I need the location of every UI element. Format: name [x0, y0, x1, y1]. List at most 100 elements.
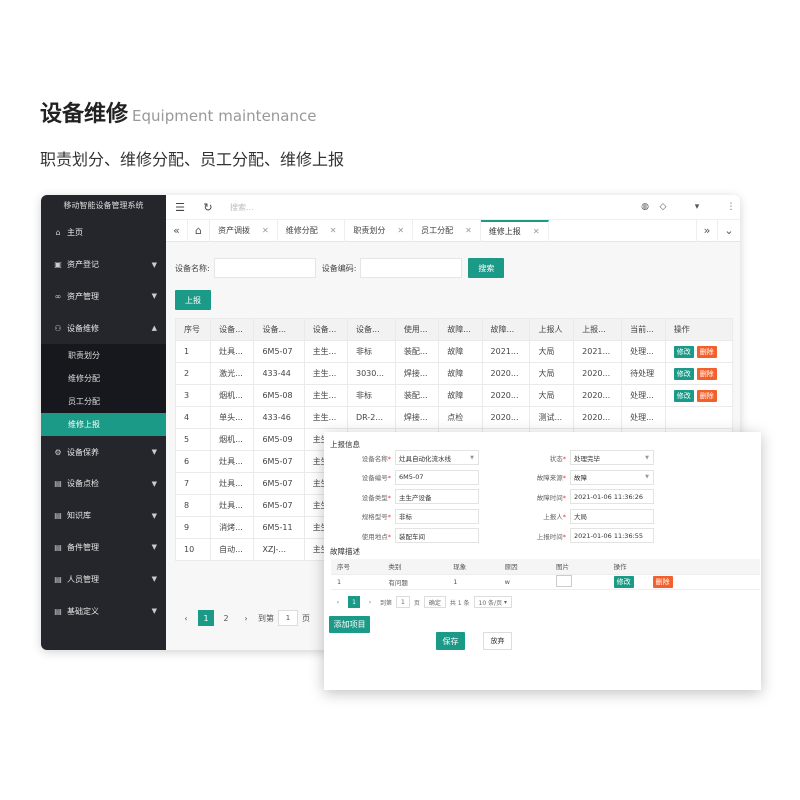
table-cell: 3030... — [346, 362, 396, 385]
sidebar-item-parts[interactable]: ▤ 备件管理 ▼ — [41, 532, 166, 564]
form-field: 使用地点* 装配车间 — [329, 528, 479, 543]
field-value[interactable]: 非标 — [395, 508, 479, 524]
user-icon: ⚇ — [54, 323, 62, 333]
user-menu-dropdown[interactable]: ▾ — [672, 202, 722, 212]
device-name-input[interactable] — [213, 258, 316, 278]
chevron-down-icon: ▼ — [645, 454, 649, 461]
sidebar-item-maintenance[interactable]: ⚙ 设备保养 ▼ — [41, 436, 166, 468]
close-icon[interactable]: ✕ — [533, 227, 540, 236]
link-icon: ∞ — [54, 291, 62, 301]
field-value[interactable]: 2021-01-06 11:36:55 — [570, 528, 654, 543]
field-value[interactable]: 2021-01-06 11:36:26 — [570, 489, 654, 504]
next-page-icon[interactable]: › — [238, 610, 254, 626]
fault-desc-title: 故障描述 — [330, 547, 360, 556]
field-value-text: 2021-01-06 11:36:55 — [574, 531, 644, 540]
edit-button[interactable]: 修改 — [673, 367, 694, 380]
goto-page-input[interactable]: 1 — [278, 610, 298, 626]
tab-repair-assign[interactable]: 维修分配 ✕ — [278, 219, 346, 242]
tabs-next-icon[interactable]: » — [696, 219, 718, 242]
sidebar-subitem-staff-assign[interactable]: 员工分配 — [41, 390, 166, 413]
edit-button[interactable]: 修改 — [613, 575, 634, 588]
sidebar-item-knowledge[interactable]: ▤ 知识库 ▼ — [41, 500, 166, 532]
prev-page-icon[interactable]: ‹ — [332, 596, 344, 608]
prev-page-icon[interactable]: ‹ — [178, 610, 194, 626]
delete-button[interactable]: 删除 — [696, 367, 717, 380]
sidebar-submenu: 职责划分 维修分配 员工分配 维修上报 — [41, 344, 166, 437]
sidebar-item-asset-register[interactable]: ▣ 资产登记 ▼ — [41, 249, 166, 281]
table-cell: 装配... — [394, 384, 440, 407]
field-value[interactable]: 处理完毕 ▼ — [570, 450, 654, 465]
table-row[interactable]: 2 激光... 433-44 主生... 3030... 焊接... 故障 2020... 大局… — [174, 362, 734, 385]
next-page-icon[interactable]: › — [364, 596, 376, 608]
sidebar-subitem-duty[interactable]: 职责划分 — [41, 344, 166, 367]
refresh-icon[interactable]: ↻ — [194, 201, 222, 214]
delete-button[interactable]: 删除 — [696, 345, 717, 358]
broken-image-icon[interactable] — [556, 574, 572, 587]
home-tab-icon[interactable]: ⌂ — [188, 219, 210, 242]
top-bar: ☰ ↻ 搜索... ◍ ◇ ▾ ⋮ — [166, 195, 740, 220]
page-current[interactable]: 1 — [198, 610, 214, 626]
field-value[interactable]: 故障 ▼ — [570, 469, 654, 485]
field-value[interactable]: 大局 — [570, 508, 654, 524]
close-icon[interactable]: ✕ — [330, 226, 337, 235]
menu-toggle-icon[interactable]: ☰ — [166, 201, 194, 214]
cancel-button[interactable]: 放弃 — [483, 632, 512, 650]
table-row[interactable]: 4 单头... 433-46 主生... DR-2... 焊接... 点检 2020... 测试… — [174, 406, 734, 429]
theme-icon[interactable]: ◍ — [636, 202, 654, 212]
sidebar-item-label: 设备保养 — [67, 447, 99, 457]
required-mark: * — [562, 474, 566, 482]
report-button[interactable]: 上报 — [175, 290, 211, 310]
field-value[interactable]: 灶具自动化流水线 ▼ — [395, 450, 479, 465]
field-value[interactable]: 6M5-07 — [395, 469, 479, 485]
tab-duty[interactable]: 职责划分 ✕ — [345, 219, 414, 242]
page-size-select[interactable]: 10 条/页 ▾ — [473, 596, 513, 608]
table-cell: 6M5-07 — [253, 450, 305, 473]
delete-button[interactable]: 删除 — [652, 575, 673, 588]
column-header: 设备... — [253, 318, 305, 341]
column-header: 序号 — [174, 318, 212, 341]
close-icon[interactable]: ✕ — [397, 226, 404, 235]
more-icon[interactable]: ⋮ — [722, 202, 740, 212]
device-code-input[interactable] — [360, 258, 463, 278]
sidebar-item-basic[interactable]: ▤ 基础定义 ▼ — [41, 595, 166, 627]
field-label-text: 故障来源 — [536, 474, 563, 482]
add-item-button[interactable]: 添加项目 — [329, 616, 370, 633]
delete-button[interactable]: 删除 — [696, 389, 717, 402]
global-search-input[interactable]: 搜索... — [230, 202, 636, 213]
form-field: 规格型号* 非标 — [329, 508, 479, 524]
field-value[interactable]: 装配车间 — [395, 528, 479, 543]
table-cell: 2020... — [573, 384, 623, 407]
sidebar-item-home[interactable]: ⌂ 主页 — [41, 217, 166, 249]
chevron-down-icon: ▼ — [151, 607, 157, 616]
tab-asset-transfer[interactable]: 资产调拨 ✕ — [210, 219, 278, 242]
sidebar-item-people[interactable]: ▤ 人员管理 ▼ — [41, 563, 166, 595]
close-icon[interactable]: ✕ — [465, 226, 472, 235]
tabs-menu-icon[interactable]: ⌄ — [718, 220, 740, 242]
field-label-text: 上报人 — [543, 513, 563, 521]
close-icon[interactable]: ✕ — [262, 226, 269, 235]
column-header: 操作 — [664, 318, 734, 341]
sidebar-item-inspection[interactable]: ▤ 设备点检 ▼ — [41, 468, 166, 500]
page-current[interactable]: 1 — [348, 596, 360, 608]
sidebar-item-asset-manage[interactable]: ∞ 资产管理 ▼ — [41, 281, 166, 313]
save-button[interactable]: 保存 — [436, 632, 465, 650]
table-row[interactable]: 1 灶具... 6M5-07 主生... 非标 装配... 故障 2021... 大局 2021.… — [174, 340, 734, 363]
field-value[interactable]: 主生产设备 — [395, 489, 479, 504]
confirm-button[interactable]: 确定 — [423, 596, 446, 608]
tabs-prev-icon[interactable]: « — [166, 219, 188, 242]
tab-staff-assign[interactable]: 员工分配 ✕ — [413, 219, 481, 242]
sidebar-item-repair[interactable]: ⚇ 设备维修 ▲ — [41, 312, 166, 344]
search-button[interactable]: 搜索 — [468, 258, 505, 278]
table-cell: 自动... — [210, 538, 255, 561]
tab-repair-report[interactable]: 维修上报 ✕ — [480, 219, 549, 242]
sidebar-subitem-repair-report[interactable]: 维修上报 — [41, 413, 166, 437]
goto-page-input[interactable]: 1 — [396, 596, 410, 608]
tag-icon[interactable]: ◇ — [654, 202, 672, 212]
edit-button[interactable]: 修改 — [673, 389, 694, 402]
page-next-number[interactable]: 2 — [218, 610, 234, 626]
required-mark: * — [562, 493, 566, 502]
table-row[interactable]: 3 烟机... 6M5-08 主生... 非标 装配... 故障 2020... 大局 2020.… — [174, 384, 734, 407]
edit-button[interactable]: 修改 — [673, 345, 694, 358]
sidebar-subitem-repair-assign[interactable]: 维修分配 — [41, 367, 166, 390]
form-field: 故障时间* 2021-01-06 11:36:26 — [504, 489, 654, 504]
